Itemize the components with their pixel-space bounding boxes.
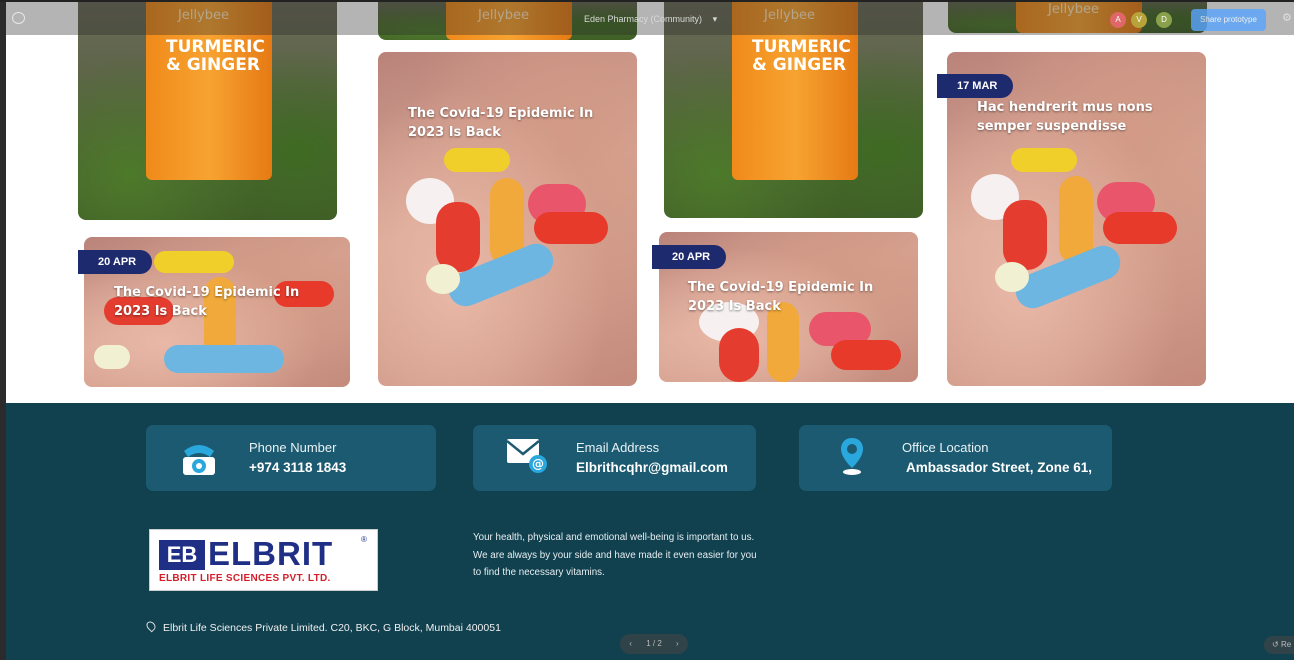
chevron-right-icon[interactable]: ›	[676, 634, 679, 654]
email-icon: @	[506, 439, 547, 473]
blog-card[interactable]: The Covid-19 Epidemic In 2023 Is Back	[378, 52, 637, 386]
contact-label: Email Address	[576, 440, 660, 455]
avatar[interactable]: D	[1156, 12, 1172, 28]
contact-label: Phone Number	[249, 440, 337, 455]
avatar[interactable]: A	[1110, 12, 1126, 28]
file-title[interactable]: Eden Pharmacy (Community) ▾	[584, 14, 717, 25]
logo-wordmark: ELBRIT	[208, 535, 334, 572]
contact-card-location[interactable]: Office Location Ambassador Street, Zone …	[799, 425, 1112, 491]
site-footer: Phone Number +974 3118 1843 @ Email Addr…	[6, 403, 1294, 660]
location-pin-icon	[144, 619, 158, 633]
footer-address: Elbrit Life Sciences Private Limited. C2…	[163, 622, 501, 634]
blog-grid: Jellybee TURMERIC & GINGER 20 APR The Co…	[6, 0, 1294, 403]
telephone-icon	[183, 445, 215, 475]
contact-value: Ambassador Street, Zone 61,	[906, 460, 1093, 475]
date-badge: 17 MAR	[937, 74, 1014, 98]
chevron-down-icon: ▾	[712, 14, 718, 24]
contact-value: Elbrithcqhr@gmail.com	[576, 460, 728, 475]
company-logo[interactable]: EB ELBRIT ® ELBRIT LIFE SCIENCES PVT. LT…	[149, 529, 378, 591]
restart-button[interactable]: ↺ Re	[1264, 636, 1294, 654]
page-indicator: 1 / 2	[646, 639, 662, 648]
blog-card-title[interactable]: The Covid-19 Epidemic In 2023 Is Back	[408, 104, 618, 142]
blog-card-title[interactable]: The Covid-19 Epidemic In 2023 Is Back	[114, 283, 324, 321]
avatar[interactable]: V	[1131, 12, 1147, 28]
comment-icon[interactable]	[12, 12, 25, 24]
logo-mark: EB	[159, 540, 205, 570]
svg-text:@: @	[532, 457, 544, 471]
contact-value: +974 3118 1843	[249, 460, 347, 475]
contact-card-email[interactable]: @ Email Address Elbrithcqhr@gmail.com	[473, 425, 756, 491]
blog-card[interactable]: Hac hendrerit mus nons semper suspendiss…	[947, 52, 1206, 386]
footer-tagline: Your health, physical and emotional well…	[473, 532, 757, 578]
contact-card-phone[interactable]: Phone Number +974 3118 1843	[146, 425, 436, 491]
blog-card-title[interactable]: Hac hendrerit mus nons semper suspendiss…	[977, 98, 1187, 136]
restart-icon: ↺	[1272, 640, 1279, 649]
prototype-pager: ‹ 1 / 2 ›	[620, 634, 688, 654]
date-badge: 20 APR	[652, 245, 727, 269]
sliders-icon[interactable]: ⚙	[1282, 11, 1292, 24]
location-pin-icon	[841, 438, 863, 475]
chevron-left-icon[interactable]: ‹	[629, 634, 632, 654]
contact-label: Office Location	[902, 440, 989, 455]
prototype-toolbar: Eden Pharmacy (Community) ▾ A V D Share …	[0, 0, 1294, 35]
logo-subtitle: ELBRIT LIFE SCIENCES PVT. LTD.	[159, 573, 331, 584]
product-name: TURMERIC & GINGER	[166, 37, 265, 75]
date-badge: 20 APR	[78, 250, 153, 274]
blog-card-title[interactable]: The Covid-19 Epidemic In 2023 Is Back	[688, 278, 898, 316]
share-prototype-button[interactable]: Share prototype	[1191, 9, 1266, 31]
